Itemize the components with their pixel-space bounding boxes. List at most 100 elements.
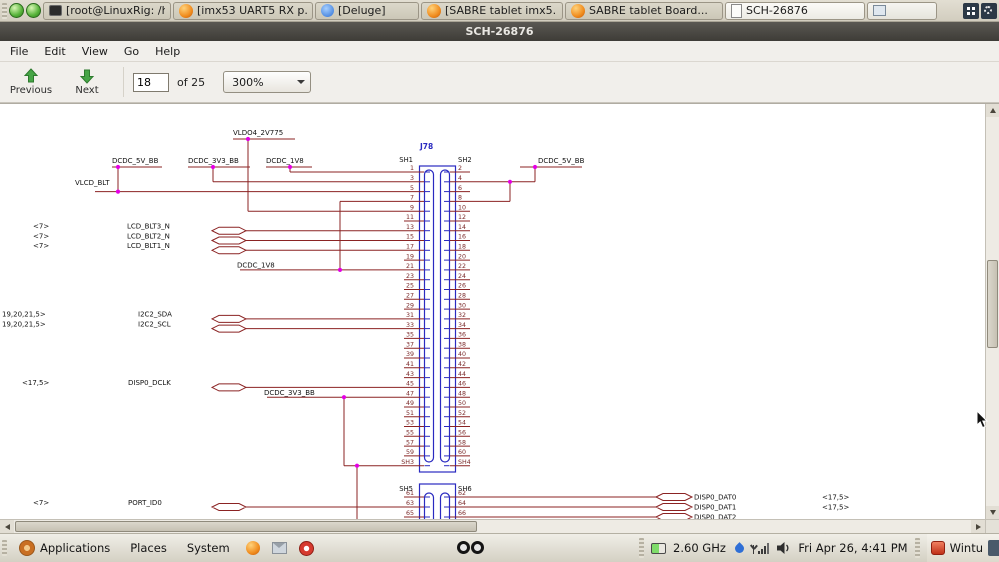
svg-text:49: 49 — [406, 400, 414, 407]
schematic-canvas: 1 23 45 67 89 1011 1213 1415 1617 1819 2021 2223 242… — [2, 129, 849, 519]
svg-text:43: 43 — [406, 371, 414, 378]
down-arrow-icon — [79, 69, 95, 84]
svg-text:DCDC_5V_BB: DCDC_5V_BB — [112, 157, 159, 165]
svg-text:LCD_BLT2_N: LCD_BLT2_N — [127, 232, 170, 240]
taskbar-window-sabre-board[interactable]: SABRE tablet Board... — [565, 1, 723, 20]
scroll-right-button[interactable] — [971, 520, 985, 533]
places-menu-label: Places — [130, 541, 167, 555]
cpu-frequency-icon[interactable] — [651, 542, 667, 554]
svg-text:15: 15 — [406, 234, 414, 241]
svg-text:I2C2_SDA: I2C2_SDA — [138, 311, 172, 319]
next-button[interactable]: Next — [60, 64, 114, 101]
menu-help[interactable]: Help — [147, 43, 188, 60]
taskbar-window-label: SABRE tablet Board... — [589, 4, 708, 17]
svg-text:14: 14 — [458, 224, 466, 231]
previous-label: Previous — [9, 85, 53, 96]
svg-text:SH2: SH2 — [458, 156, 472, 164]
cpu-frequency-label[interactable]: 2.60 GHz — [673, 541, 726, 555]
svg-text:41: 41 — [406, 361, 414, 368]
taskbar-window-sch26876[interactable]: SCH-26876 — [725, 1, 865, 20]
horizontal-scrollbar-thumb[interactable] — [15, 521, 477, 532]
svg-text:<7>: <7> — [33, 242, 49, 250]
svg-text:30: 30 — [458, 302, 466, 309]
clock-label[interactable]: Fri Apr 26, 4:41 PM — [798, 541, 907, 555]
mouse-cursor — [976, 410, 989, 429]
svg-text:45: 45 — [406, 381, 414, 388]
svg-text:PORT_ID0: PORT_ID0 — [128, 499, 162, 507]
svg-text:SH6: SH6 — [458, 485, 472, 493]
green-orb-icon[interactable] — [9, 3, 24, 18]
help-launcher-icon[interactable] — [298, 540, 314, 556]
vertical-scrollbar-thumb[interactable] — [987, 260, 998, 348]
taskbar-window-label: [imx53 UART5 RX p... — [197, 4, 307, 17]
bottom-panel: Applications Places System 2.60 GHz Fri … — [0, 533, 999, 562]
terminal-icon — [49, 5, 62, 16]
taskbar-window-deluge[interactable]: [Deluge] — [315, 1, 419, 20]
svg-text:DISP0_DAT1: DISP0_DAT1 — [694, 504, 736, 512]
taskbar-window-imx53[interactable]: [imx53 UART5 RX p... — [173, 1, 313, 20]
svg-text:26: 26 — [458, 283, 466, 290]
svg-text:DISP0_DAT0: DISP0_DAT0 — [694, 494, 736, 502]
menu-go[interactable]: Go — [116, 43, 147, 60]
connector: 1 23 45 67 89 1011 1213 1415 1617 1819 2021 2223 242… — [399, 142, 472, 519]
svg-text:DCDC_1V8: DCDC_1V8 — [237, 262, 275, 270]
mail-launcher-icon[interactable] — [271, 542, 287, 554]
scroll-left-button[interactable] — [0, 520, 14, 533]
binoculars-icon[interactable] — [457, 541, 484, 554]
svg-text:4: 4 — [458, 175, 462, 182]
horizontal-scrollbar[interactable] — [0, 519, 985, 533]
system-menu-label: System — [186, 541, 230, 555]
vertical-scrollbar[interactable] — [985, 104, 999, 519]
svg-text:VLCD_BLT: VLCD_BLT — [75, 179, 110, 187]
svg-text:59: 59 — [406, 449, 414, 456]
window-titlebar[interactable]: SCH-26876 — [0, 22, 999, 41]
panel-handle[interactable] — [2, 540, 7, 556]
svg-text:8: 8 — [458, 195, 462, 202]
svg-text:LCD_BLT1_N: LCD_BLT1_N — [127, 242, 170, 250]
window-title: SCH-26876 — [465, 25, 534, 38]
svg-text:<17,5>: <17,5> — [822, 494, 849, 502]
taskbar-window-blank[interactable] — [867, 1, 937, 20]
gear-icon[interactable] — [981, 2, 997, 19]
zoom-combobox[interactable]: 300% — [223, 71, 312, 93]
svg-text:DISP0_DCLK: DISP0_DCLK — [128, 379, 171, 387]
network-signal-icon[interactable] — [752, 542, 770, 554]
svg-text:19,20,21,5>: 19,20,21,5> — [2, 311, 46, 319]
scroll-down-button[interactable] — [986, 506, 999, 519]
svg-text:33: 33 — [406, 322, 414, 329]
menu-edit[interactable]: Edit — [36, 43, 73, 60]
svg-text:<17,5>: <17,5> — [22, 379, 49, 387]
deluge-icon — [321, 4, 334, 17]
tray-separator — [914, 538, 920, 558]
volume-icon[interactable] — [776, 541, 791, 555]
taskbar-window-terminal[interactable]: [root@LinuxRig: /h... — [43, 1, 171, 20]
svg-text:12: 12 — [458, 214, 466, 221]
firefox-icon — [571, 3, 585, 18]
taskbar-window-sabre-imx5[interactable]: [SABRE tablet imx5... — [421, 1, 563, 20]
svg-text:SH3: SH3 — [401, 459, 414, 466]
svg-text:53: 53 — [406, 420, 414, 427]
green-orb-icon[interactable] — [26, 3, 41, 18]
menubar: File Edit View Go Help — [0, 41, 999, 62]
svg-text:18: 18 — [458, 244, 466, 251]
svg-text:11: 11 — [406, 214, 414, 221]
system-menu[interactable]: System — [179, 534, 238, 562]
applications-menu[interactable]: Applications — [11, 534, 118, 562]
panel-handle[interactable] — [2, 2, 7, 19]
document-icon — [731, 3, 742, 18]
places-menu[interactable]: Places — [122, 534, 175, 562]
toolbar: Previous Next of 25 300% — [0, 62, 999, 103]
svg-text:48: 48 — [458, 390, 466, 397]
scroll-up-button[interactable] — [986, 104, 999, 117]
page-number-input[interactable] — [133, 72, 169, 92]
weather-drop-icon[interactable] — [733, 541, 746, 555]
previous-button[interactable]: Previous — [4, 64, 58, 101]
svg-text:5: 5 — [410, 185, 414, 192]
user-applet[interactable]: Wintu — [926, 534, 999, 562]
svg-text:56: 56 — [458, 430, 466, 437]
svg-text:1: 1 — [410, 165, 414, 172]
firefox-launcher-icon[interactable] — [245, 541, 260, 555]
menu-view[interactable]: View — [74, 43, 116, 60]
grid-tray-icon[interactable] — [963, 2, 979, 19]
menu-file[interactable]: File — [2, 43, 36, 60]
